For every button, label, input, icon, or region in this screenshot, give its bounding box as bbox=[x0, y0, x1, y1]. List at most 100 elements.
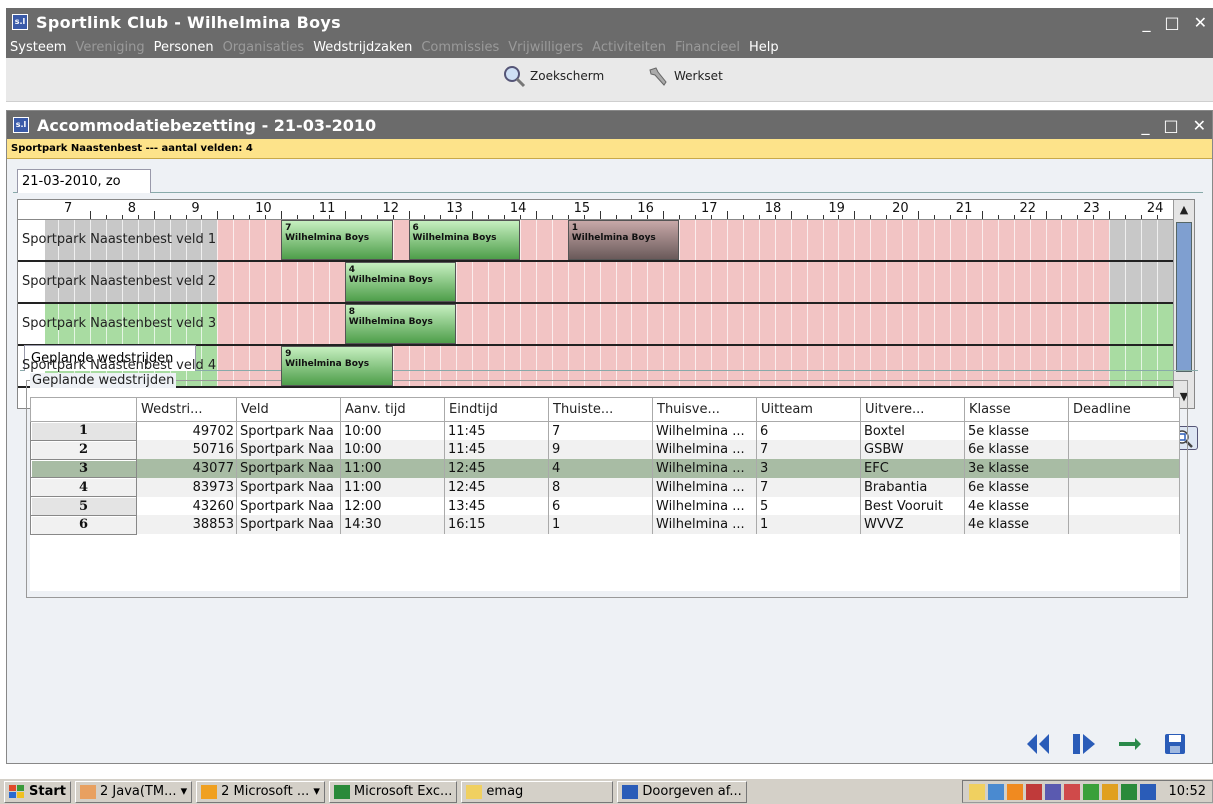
menu-item[interactable]: Financieel bbox=[675, 40, 740, 55]
table-row[interactable]: 2 50716 Sportpark Naa 10:00 11:45 9 Wilhelmina… bbox=[30, 439, 1180, 460]
tab-day[interactable]: 21-03-2010, zo bbox=[17, 169, 151, 193]
clock-tray-icon[interactable] bbox=[1006, 783, 1023, 800]
table-cell[interactable]: 13:45 bbox=[444, 496, 549, 516]
table-cell[interactable]: EFC bbox=[860, 459, 965, 478]
save-button[interactable] bbox=[1163, 732, 1187, 760]
table-row[interactable]: 6 38853 Sportpark Naa 14:30 16:15 1 Wilhelmina… bbox=[30, 514, 1180, 535]
menu-item[interactable]: Vereniging bbox=[75, 40, 144, 55]
table-cell[interactable] bbox=[1068, 440, 1180, 460]
table-row[interactable]: 4 83973 Sportpark Naa 11:00 12:45 8 Wilhelmina… bbox=[30, 477, 1180, 498]
table-cell[interactable]: 3e klasse bbox=[964, 459, 1069, 478]
table-cell[interactable]: 1 bbox=[756, 515, 861, 535]
menu-item[interactable]: Activiteiten bbox=[592, 40, 666, 55]
scroll-thumb[interactable] bbox=[1176, 222, 1192, 372]
column-header[interactable]: Uitvere... bbox=[860, 397, 965, 422]
messenger-tray-icon[interactable] bbox=[1082, 783, 1099, 800]
table-cell[interactable]: Wilhelmina ... bbox=[652, 440, 757, 460]
table-cell[interactable]: 6e klasse bbox=[964, 477, 1069, 497]
column-header[interactable]: Klasse bbox=[964, 397, 1069, 422]
field-lane[interactable]: Sportpark Naastenbest veld 3 8 Wilhelmina … bbox=[18, 304, 1186, 346]
next-record-button[interactable] bbox=[1071, 732, 1097, 760]
menu-item[interactable]: Commissies bbox=[421, 40, 499, 55]
column-header[interactable]: Eindtijd bbox=[444, 397, 549, 422]
transfer-button[interactable] bbox=[1117, 732, 1143, 760]
menu-item[interactable]: Wedstrijdzaken bbox=[313, 40, 412, 55]
menu-item[interactable]: Personen bbox=[154, 40, 214, 55]
menu-item[interactable]: Vrijwilligers bbox=[508, 40, 583, 55]
table-cell[interactable]: 16:15 bbox=[444, 515, 549, 535]
field-lane[interactable]: Sportpark Naastenbest veld 1 7 Wilhelmina … bbox=[18, 220, 1186, 262]
table-cell[interactable]: 1 bbox=[548, 515, 653, 535]
table-cell[interactable]: 43260 bbox=[136, 496, 237, 516]
table-cell[interactable]: 14:30 bbox=[340, 515, 445, 535]
taskbar-item-microsoft[interactable]: 2 Microsoft ... ▾ bbox=[196, 780, 325, 803]
table-cell[interactable]: 9 bbox=[548, 440, 653, 460]
match-block[interactable]: 9 Wilhelmina Boys bbox=[281, 346, 393, 386]
table-cell[interactable]: Sportpark Naa bbox=[236, 496, 341, 516]
match-block[interactable]: 1 Wilhelmina Boys bbox=[567, 220, 680, 260]
table-cell[interactable]: 38853 bbox=[136, 515, 237, 535]
table-cell[interactable]: 3 bbox=[756, 459, 861, 478]
scroll-up-icon[interactable]: ▲ bbox=[1176, 201, 1192, 219]
first-record-button[interactable] bbox=[1025, 732, 1051, 760]
row-header[interactable]: 1 bbox=[30, 421, 137, 441]
table-cell[interactable]: Wilhelmina ... bbox=[652, 496, 757, 516]
table-cell[interactable]: 6 bbox=[548, 496, 653, 516]
maximize-button[interactable]: □ bbox=[1164, 13, 1179, 32]
table-row[interactable]: 1 49702 Sportpark Naa 10:00 11:45 7 Wilhelmina… bbox=[30, 421, 1180, 441]
menu-item[interactable]: Organisaties bbox=[223, 40, 305, 55]
table-cell[interactable]: WVVZ bbox=[860, 515, 965, 535]
table-cell[interactable] bbox=[1068, 515, 1180, 535]
table-cell[interactable]: 4e klasse bbox=[964, 496, 1069, 516]
row-header[interactable]: 4 bbox=[30, 477, 137, 498]
taskbar-item-doorgeven[interactable]: Doorgeven af... bbox=[617, 780, 747, 803]
table-cell[interactable]: 12:00 bbox=[340, 496, 445, 516]
table-cell[interactable]: 4 bbox=[548, 459, 653, 478]
start-button[interactable]: Start bbox=[4, 780, 71, 803]
table-cell[interactable] bbox=[1068, 459, 1180, 478]
column-header[interactable]: Uitteam bbox=[756, 397, 861, 422]
table-cell[interactable]: 10:00 bbox=[340, 421, 445, 441]
table-cell[interactable]: 5e klasse bbox=[964, 421, 1069, 441]
table-cell[interactable]: 4e klasse bbox=[964, 515, 1069, 535]
table-cell[interactable]: GSBW bbox=[860, 440, 965, 460]
row-header[interactable]: 2 bbox=[30, 439, 137, 460]
menu-item[interactable]: Help bbox=[749, 40, 779, 55]
network-tray-icon[interactable] bbox=[987, 783, 1004, 800]
match-block[interactable]: 8 Wilhelmina Boys bbox=[344, 304, 457, 344]
werkset-button[interactable]: Werkset bbox=[646, 64, 723, 88]
media-tray-icon[interactable] bbox=[1139, 783, 1156, 800]
table-cell[interactable]: Wilhelmina ... bbox=[652, 421, 757, 441]
table-cell[interactable]: 12:45 bbox=[444, 459, 549, 478]
table-cell[interactable]: Wilhelmina ... bbox=[652, 515, 757, 535]
field-lane[interactable]: Sportpark Naastenbest veld 2 4 Wilhelmina … bbox=[18, 262, 1186, 304]
match-block[interactable]: 4 Wilhelmina Boys bbox=[344, 262, 457, 302]
minimize-button[interactable]: _ bbox=[1142, 13, 1150, 32]
mail-tray-icon[interactable] bbox=[968, 783, 985, 800]
sub-close-button[interactable]: ✕ bbox=[1193, 116, 1206, 135]
app-tray-icon[interactable] bbox=[1025, 783, 1042, 800]
table-cell[interactable]: Sportpark Naa bbox=[236, 421, 341, 441]
table-cell[interactable]: Sportpark Naa bbox=[236, 440, 341, 460]
table-cell[interactable]: 7 bbox=[756, 440, 861, 460]
table-cell[interactable]: 6e klasse bbox=[964, 440, 1069, 460]
table-cell[interactable]: Brabantia bbox=[860, 477, 965, 497]
row-header[interactable]: 3 bbox=[30, 458, 137, 479]
menu-item[interactable]: Systeem bbox=[10, 40, 66, 55]
table-cell[interactable]: 43077 bbox=[136, 459, 237, 478]
sub-minimize-button[interactable]: _ bbox=[1141, 116, 1149, 135]
close-button[interactable]: ✕ bbox=[1194, 13, 1207, 32]
table-cell[interactable]: Sportpark Naa bbox=[236, 459, 341, 478]
table-cell[interactable]: 12:45 bbox=[444, 477, 549, 497]
table-cell[interactable]: 8 bbox=[548, 477, 653, 497]
table-cell[interactable]: 50716 bbox=[136, 440, 237, 460]
table-cell[interactable]: 10:00 bbox=[340, 440, 445, 460]
table-cell[interactable] bbox=[1068, 421, 1180, 441]
column-header[interactable]: Thuiste... bbox=[548, 397, 653, 422]
table-cell[interactable]: 83973 bbox=[136, 477, 237, 497]
security-tray-icon[interactable] bbox=[1063, 783, 1080, 800]
zoekscherm-button[interactable]: Zoekscherm bbox=[502, 64, 604, 88]
column-header[interactable]: Deadline bbox=[1068, 397, 1180, 422]
vc-tray-icon[interactable] bbox=[1120, 783, 1137, 800]
table-cell[interactable]: Sportpark Naa bbox=[236, 477, 341, 497]
